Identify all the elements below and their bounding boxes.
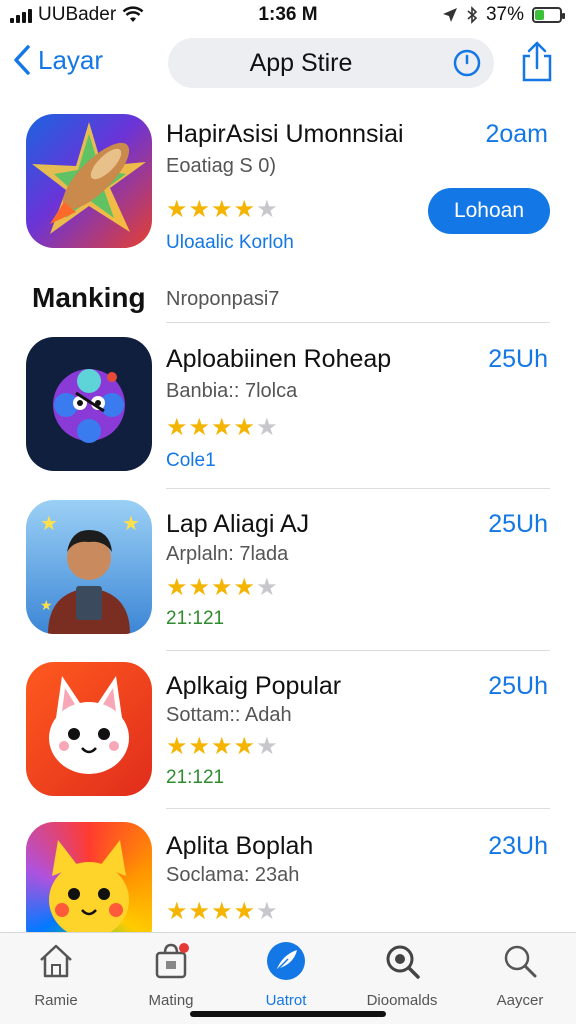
tab-downloads[interactable]: Dioomalds	[352, 941, 452, 1009]
app-meta: Uloaalic Korloh	[166, 232, 294, 253]
star-icon: ★	[188, 733, 211, 760]
star-icon: ★	[166, 898, 188, 925]
magnifier-icon	[386, 945, 420, 979]
share-icon[interactable]	[520, 40, 554, 82]
star-icon: ★	[211, 574, 233, 601]
location-icon	[442, 8, 457, 22]
app-name: Aplkaig Popular	[166, 672, 342, 700]
svg-text:★: ★	[122, 513, 140, 535]
search-icon	[504, 945, 537, 978]
app-subtitle: Eoatiag S 0)	[166, 155, 277, 177]
divider	[166, 650, 550, 651]
back-label: Layar	[38, 44, 104, 75]
star-icon: ★	[256, 196, 278, 223]
app-name: Lap Aliagi AJ	[166, 510, 310, 538]
tab-label: Mating	[148, 992, 194, 1009]
star-icon: ★	[188, 574, 211, 601]
planet-app-icon	[26, 337, 152, 471]
tab-updates[interactable]: Uatrot	[236, 941, 336, 1009]
status-bar: UUBader 1:36 M 37%	[0, 0, 576, 30]
star-icon: ★	[166, 196, 188, 223]
back-button[interactable]: Layar	[12, 44, 103, 76]
app-subtitle: Arplaln: 7lada	[166, 543, 289, 565]
feather-icon	[267, 942, 305, 980]
app-name: Aploabiinen Roheap	[166, 345, 392, 373]
star-icon: ★	[166, 574, 188, 601]
person-app-icon: ★ ★ ★	[26, 500, 152, 634]
app-subtitle: Soclama: 23ah	[166, 864, 300, 886]
rating-stars: ★ ★ ★ ★ ★	[166, 735, 278, 759]
app-size: 23Uh	[488, 832, 548, 860]
app-size: 2oam	[485, 120, 548, 148]
app-meta: 21:121	[166, 767, 225, 788]
get-button[interactable]: Lohoan	[428, 188, 550, 234]
store-search-field[interactable]: App Stire	[168, 38, 494, 88]
home-indicator	[190, 1011, 386, 1017]
star-icon: ★	[256, 733, 278, 760]
star-icon: ★	[256, 898, 278, 925]
tab-home[interactable]: Ramie	[6, 941, 106, 1009]
cat-app-icon	[26, 662, 152, 796]
section-title: Manking	[32, 282, 146, 313]
rating-stars: ★ ★ ★ ★ ★	[166, 416, 278, 440]
svg-text:★: ★	[40, 513, 58, 535]
star-icon: ★	[233, 898, 256, 925]
svg-text:★: ★	[40, 597, 53, 613]
divider	[166, 488, 550, 489]
bluetooth-icon	[467, 6, 478, 24]
rating-stars: ★ ★ ★ ★ ★	[166, 900, 278, 924]
tab-label: Aaycer	[496, 992, 544, 1009]
star-icon: ★	[211, 898, 233, 925]
tab-shopping[interactable]: Mating	[121, 941, 221, 1009]
app-name: Aplita Boplah	[166, 832, 314, 860]
app-size: 25Uh	[488, 345, 548, 373]
rocket-app-icon	[26, 114, 152, 248]
star-icon: ★	[233, 574, 256, 601]
divider	[166, 808, 550, 809]
app-subtitle: Banbia:: 7lolca	[166, 380, 298, 402]
star-icon: ★	[166, 733, 188, 760]
store-title: App Stire	[249, 49, 353, 77]
app-size: 25Uh	[488, 672, 548, 700]
star-icon: ★	[188, 196, 211, 223]
status-right: 37%	[442, 4, 565, 26]
star-icon: ★	[188, 898, 211, 925]
bag-icon	[155, 943, 189, 979]
tab-search[interactable]: Aaycer	[470, 941, 570, 1009]
tab-label: Uatrot	[265, 992, 307, 1009]
app-subtitle: Sottam:: Adah	[166, 704, 292, 726]
app-meta: Cole1	[166, 450, 216, 471]
tab-label: Dioomalds	[366, 992, 438, 1009]
star-icon: ★	[211, 414, 233, 441]
star-icon: ★	[211, 196, 233, 223]
tab-label: Ramie	[34, 992, 78, 1009]
app-size: 25Uh	[488, 510, 548, 538]
star-icon: ★	[256, 574, 278, 601]
star-icon: ★	[256, 414, 278, 441]
star-icon: ★	[233, 196, 256, 223]
house-icon	[40, 944, 72, 978]
star-icon: ★	[233, 733, 256, 760]
battery-icon	[532, 7, 565, 23]
app-meta: 21:121	[166, 608, 225, 629]
star-icon: ★	[166, 414, 188, 441]
clock-icon[interactable]	[452, 48, 482, 78]
star-icon: ★	[233, 414, 256, 441]
rating-stars: ★ ★ ★ ★ ★	[166, 576, 278, 600]
section-subtitle: Nroponpasi7	[166, 288, 280, 310]
divider	[166, 322, 550, 323]
rating-stars: ★ ★ ★ ★ ★	[166, 198, 278, 222]
star-icon: ★	[188, 414, 211, 441]
star-icon: ★	[211, 733, 233, 760]
battery-percent: 37%	[485, 4, 524, 25]
chevron-left-icon	[14, 45, 30, 75]
nav-bar: Layar App Stire	[0, 36, 576, 90]
app-name: HapirAsisi Umonnsiai	[166, 120, 404, 148]
